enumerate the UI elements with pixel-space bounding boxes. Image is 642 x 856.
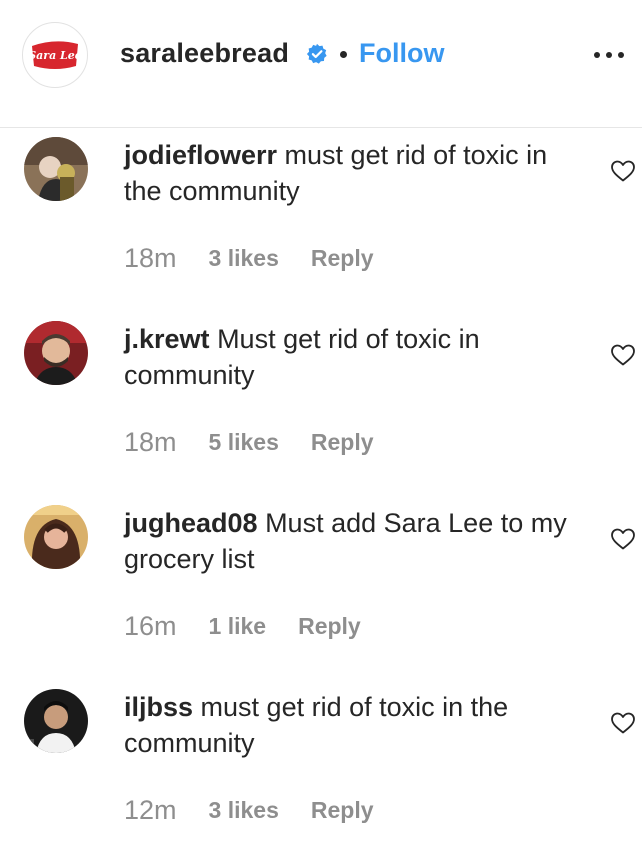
comment-text: jughead08 Must add Sara Lee to my grocer…: [124, 505, 574, 577]
commenter-avatar[interactable]: [24, 321, 88, 385]
follow-button[interactable]: Follow: [359, 38, 444, 69]
reply-button[interactable]: Reply: [311, 797, 374, 824]
comment-username[interactable]: iljbss: [124, 692, 193, 722]
commenter-avatar[interactable]: [24, 689, 88, 753]
account-username[interactable]: saraleebread: [120, 38, 289, 69]
comments-screen: Sara Lee saraleebread Follow jodieflower…: [0, 0, 642, 856]
comment-meta: 12m 3 likes Reply: [124, 792, 374, 828]
commenter-avatar[interactable]: [24, 137, 88, 201]
more-options-icon[interactable]: [594, 51, 624, 59]
reply-button[interactable]: Reply: [311, 245, 374, 272]
comment-item: iljbss must get rid of toxic in the comm…: [0, 689, 642, 856]
svg-text:Sara Lee: Sara Lee: [28, 49, 82, 62]
comment-text: iljbss must get rid of toxic in the comm…: [124, 689, 574, 761]
separator-dot: [340, 51, 347, 58]
heart-outline-icon[interactable]: [610, 159, 636, 183]
comment-timestamp: 16m: [124, 610, 177, 641]
verified-badge-icon: [306, 43, 327, 64]
comment-likes[interactable]: 3 likes: [209, 245, 279, 272]
heart-outline-icon[interactable]: [610, 527, 636, 551]
comment-item: j.krewt Must get rid of toxic in communi…: [0, 321, 642, 505]
comment-likes[interactable]: 5 likes: [209, 429, 279, 456]
reply-button[interactable]: Reply: [298, 613, 361, 640]
comment-likes[interactable]: 3 likes: [209, 797, 279, 824]
comment-text: j.krewt Must get rid of toxic in communi…: [124, 321, 574, 393]
heart-outline-icon[interactable]: [610, 711, 636, 735]
comment-username[interactable]: j.krewt: [124, 324, 210, 354]
sara-lee-logo-icon: Sara Lee: [28, 41, 82, 69]
comment-item: jughead08 Must add Sara Lee to my grocer…: [0, 505, 642, 689]
comment-timestamp: 18m: [124, 426, 177, 457]
comment-username[interactable]: jodieflowerr: [124, 140, 277, 170]
heart-outline-icon[interactable]: [610, 343, 636, 367]
comment-timestamp: 12m: [124, 794, 177, 825]
reply-button[interactable]: Reply: [311, 429, 374, 456]
comment-likes[interactable]: 1 like: [209, 613, 267, 640]
comment-text: jodieflowerr must get rid of toxic in th…: [124, 137, 574, 209]
comment-meta: 18m 3 likes Reply: [124, 240, 374, 276]
comment-item: jodieflowerr must get rid of toxic in th…: [0, 137, 642, 321]
comment-meta: 16m 1 like Reply: [124, 608, 361, 644]
post-header: Sara Lee saraleebread Follow: [0, 0, 642, 128]
comment-meta: 18m 5 likes Reply: [124, 424, 374, 460]
brand-avatar[interactable]: Sara Lee: [22, 22, 88, 88]
comment-timestamp: 18m: [124, 242, 177, 273]
comment-username[interactable]: jughead08: [124, 508, 258, 538]
commenter-avatar[interactable]: [24, 505, 88, 569]
